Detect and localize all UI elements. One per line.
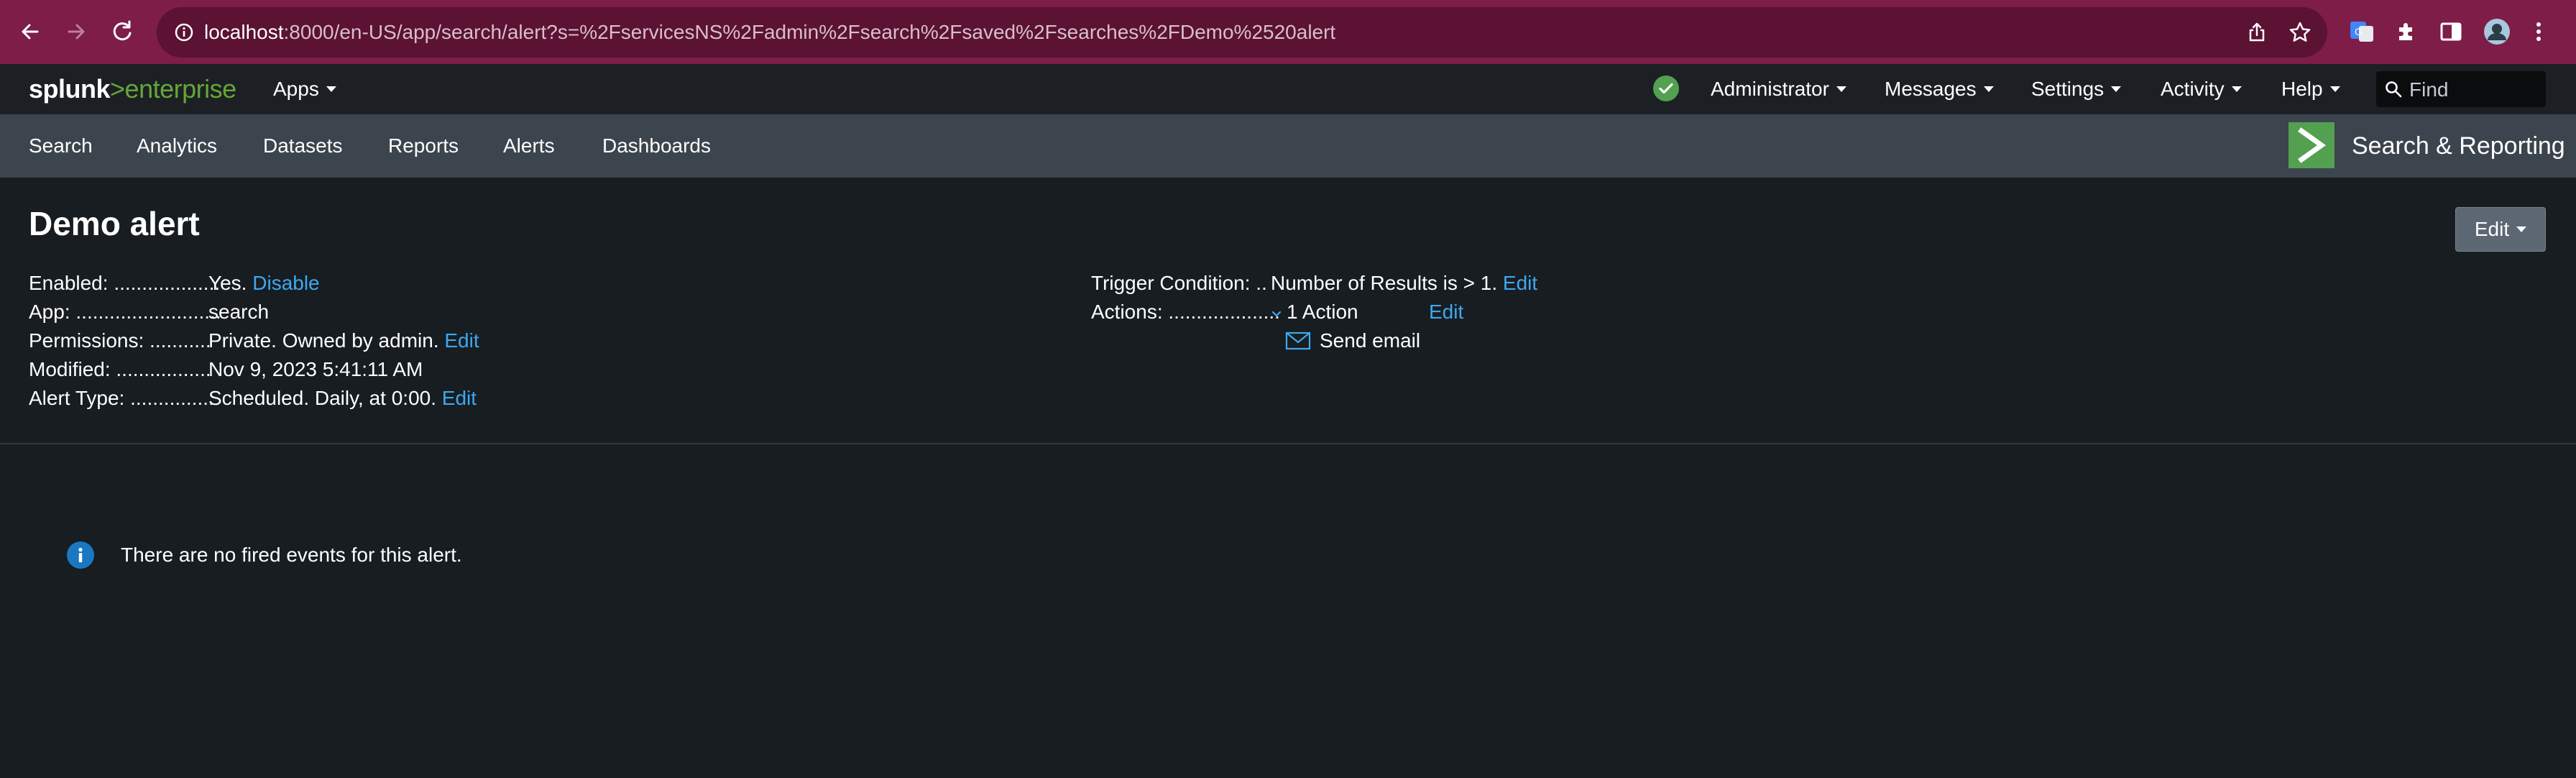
no-fired-events-message: There are no fired events for this alert… bbox=[121, 544, 462, 566]
caret-down-icon bbox=[1836, 86, 1846, 92]
caret-down-icon bbox=[2329, 86, 2340, 92]
site-info-icon[interactable] bbox=[170, 18, 198, 47]
actions-edit-link[interactable]: Edit bbox=[1429, 300, 1463, 324]
reload-icon[interactable] bbox=[106, 16, 138, 47]
trigger-condition-value: Number of Results is > 1. bbox=[1271, 272, 1498, 294]
caret-down-icon bbox=[2231, 86, 2242, 92]
logo-main: splunk bbox=[29, 74, 111, 104]
section-divider bbox=[0, 443, 2576, 444]
svg-text:G: G bbox=[2355, 26, 2363, 37]
help-menu-label: Help bbox=[2281, 78, 2323, 100]
edit-button-label: Edit bbox=[2474, 218, 2510, 240]
alert-type-value: Scheduled. Daily, at 0:00. bbox=[208, 387, 437, 409]
url-host: localhost bbox=[204, 21, 284, 43]
health-status-check-icon[interactable] bbox=[1653, 75, 1679, 101]
permissions-label: Permissions: ........... bbox=[29, 329, 211, 352]
trigger-edit-link[interactable]: Edit bbox=[1503, 272, 1537, 294]
app-navigation-bar: Search Analytics Datasets Reports Alerts… bbox=[0, 114, 2576, 178]
chevron-down-icon bbox=[1271, 311, 1282, 317]
disable-link[interactable]: Disable bbox=[252, 272, 319, 294]
logo-product: enterprise bbox=[124, 74, 237, 104]
enabled-label: Enabled: ................... bbox=[29, 272, 221, 294]
nav-dashboards[interactable]: Dashboards bbox=[602, 133, 711, 159]
info-icon bbox=[67, 541, 94, 569]
trigger-condition-label: Trigger Condition: .. bbox=[1091, 272, 1267, 294]
activity-menu[interactable]: Activity bbox=[2161, 77, 2242, 101]
nav-alerts[interactable]: Alerts bbox=[503, 133, 555, 159]
app-logo-icon[interactable] bbox=[2288, 122, 2334, 168]
modified-label: Modified: ................. bbox=[29, 358, 211, 380]
caret-down-icon bbox=[2111, 86, 2122, 92]
translate-extension-icon[interactable]: G bbox=[2346, 16, 2378, 47]
actions-count: 1 Action bbox=[1287, 301, 1358, 323]
help-menu[interactable]: Help bbox=[2281, 77, 2340, 101]
find-input[interactable] bbox=[2408, 77, 2540, 103]
app-label: App: .......................... bbox=[29, 301, 221, 323]
envelope-icon bbox=[1285, 331, 1311, 349]
profile-avatar-icon[interactable] bbox=[2481, 16, 2513, 47]
splunk-top-bar: splunk>enterprise Apps Administrator Mes… bbox=[0, 64, 2576, 114]
alert-type-edit-link[interactable]: Edit bbox=[442, 387, 477, 409]
nav-search[interactable]: Search bbox=[29, 133, 93, 159]
browser-toolbar: localhost:8000/en-US/app/search/alert?s=… bbox=[0, 0, 2576, 64]
back-arrow-icon[interactable] bbox=[14, 16, 46, 47]
edit-dropdown-button[interactable]: Edit bbox=[2455, 207, 2546, 252]
actions-toggle[interactable]: 1 Action bbox=[1271, 300, 1358, 324]
search-icon bbox=[2386, 81, 2402, 98]
activity-menu-label: Activity bbox=[2161, 78, 2225, 100]
splunk-logo[interactable]: splunk>enterprise bbox=[29, 74, 236, 104]
enabled-value: Yes. bbox=[208, 272, 247, 294]
app-value: search bbox=[208, 301, 270, 323]
logo-separator: > bbox=[110, 74, 125, 104]
bookmark-star-icon[interactable] bbox=[2286, 18, 2314, 47]
caret-down-icon bbox=[326, 86, 336, 92]
permissions-value: Private. Owned by admin. bbox=[208, 329, 439, 352]
page-title: Demo alert bbox=[29, 205, 200, 242]
apps-menu[interactable]: Apps bbox=[273, 77, 336, 101]
administrator-menu[interactable]: Administrator bbox=[1711, 77, 1846, 101]
nav-datasets[interactable]: Datasets bbox=[263, 133, 343, 159]
caret-down-icon bbox=[2516, 226, 2527, 232]
app-title[interactable]: Search & Reporting bbox=[2352, 132, 2565, 160]
share-icon[interactable] bbox=[2242, 18, 2271, 47]
messages-menu[interactable]: Messages bbox=[1885, 77, 1994, 101]
url-path: :8000/en-US/app/search/alert?s=%2Fservic… bbox=[283, 21, 1336, 43]
send-email-label: Send email bbox=[1320, 329, 1421, 352]
modified-value: Nov 9, 2023 5:41:11 AM bbox=[208, 358, 423, 380]
find-search-box[interactable] bbox=[2376, 71, 2546, 107]
nav-analytics[interactable]: Analytics bbox=[137, 133, 217, 159]
actions-label: Actions: .................... bbox=[1091, 301, 1280, 323]
browser-menu-icon[interactable] bbox=[2523, 16, 2554, 47]
caret-down-icon bbox=[1983, 86, 1994, 92]
url-text[interactable]: localhost:8000/en-US/app/search/alert?s=… bbox=[204, 19, 1335, 45]
extensions-puzzle-icon[interactable] bbox=[2391, 16, 2422, 47]
messages-menu-label: Messages bbox=[1885, 78, 1977, 100]
alert-type-label: Alert Type: ............... bbox=[29, 387, 214, 409]
administrator-menu-label: Administrator bbox=[1711, 78, 1829, 100]
apps-menu-label: Apps bbox=[273, 78, 319, 100]
permissions-edit-link[interactable]: Edit bbox=[444, 329, 479, 352]
forward-arrow-icon[interactable] bbox=[60, 16, 92, 47]
action-item-send-email: Send email bbox=[1285, 329, 1420, 353]
settings-menu[interactable]: Settings bbox=[2031, 77, 2122, 101]
side-panel-icon[interactable] bbox=[2435, 16, 2467, 47]
address-bar[interactable]: localhost:8000/en-US/app/search/alert?s=… bbox=[157, 7, 2327, 58]
nav-reports[interactable]: Reports bbox=[388, 133, 459, 159]
settings-menu-label: Settings bbox=[2031, 78, 2104, 100]
